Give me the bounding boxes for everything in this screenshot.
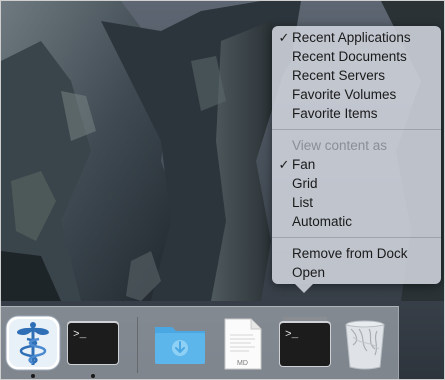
- menu-item-open[interactable]: Open: [272, 263, 441, 282]
- menu-item-recent-documents[interactable]: Recent Documents: [272, 47, 441, 66]
- terminal-prompt: >_: [285, 329, 299, 341]
- checkmark-icon: ✓: [278, 30, 290, 45]
- download-folder-icon: [155, 327, 205, 364]
- menu-item-label: Fan: [292, 157, 316, 172]
- menu-item-grid[interactable]: Grid: [272, 174, 441, 193]
- menu-item-label: Favorite Volumes: [292, 87, 397, 102]
- dock-stack-document[interactable]: MD: [215, 315, 271, 371]
- checkmark-icon: ✓: [278, 157, 290, 172]
- menu-item-recent-applications[interactable]: ✓ Recent Applications: [272, 28, 441, 47]
- menu-item-automatic[interactable]: Automatic: [272, 212, 441, 231]
- menu-separator: [272, 237, 441, 238]
- menu-section-title: View content as: [292, 138, 388, 153]
- dock-separator: [137, 317, 138, 373]
- desktop: ✓ Recent Applications Recent Documents R…: [0, 0, 445, 380]
- menu-pointer-arrow: [295, 284, 313, 293]
- menu-item-label: Automatic: [292, 214, 353, 229]
- dock-stack-context-menu: ✓ Recent Applications Recent Documents R…: [272, 26, 441, 284]
- dock-stack-recent-applications[interactable]: >_: [277, 315, 333, 371]
- menu-separator: [272, 129, 441, 130]
- menu-item-label: Remove from Dock: [292, 246, 408, 261]
- menu-item-label: Open: [292, 265, 326, 280]
- dock-app-terminal[interactable]: >_: [65, 315, 121, 371]
- menu-item-label: List: [292, 195, 314, 210]
- menu-item-recent-servers[interactable]: Recent Servers: [272, 66, 441, 85]
- running-indicator: [91, 374, 95, 378]
- menu-item-favorite-items[interactable]: Favorite Items: [272, 104, 441, 123]
- dock-trash[interactable]: [337, 315, 393, 371]
- document-icon: MD: [224, 318, 262, 370]
- dock-app-medical[interactable]: [5, 315, 61, 371]
- trash-icon: [345, 320, 385, 370]
- dock: >_ MD >_: [1, 306, 399, 379]
- terminal-stack-icon: >_: [279, 317, 331, 367]
- menu-item-label: Recent Documents: [292, 49, 407, 64]
- menu-item-fan[interactable]: ✓ Fan: [272, 155, 441, 174]
- caduceus-icon: [5, 315, 61, 371]
- terminal-prompt: >_: [73, 329, 87, 341]
- document-type-badge: MD: [237, 360, 248, 367]
- terminal-icon: >_: [67, 321, 119, 365]
- menu-item-favorite-volumes[interactable]: Favorite Volumes: [272, 85, 441, 104]
- menu-item-label: Recent Servers: [292, 68, 386, 83]
- running-indicator: [31, 374, 35, 378]
- menu-item-label: Favorite Items: [292, 106, 378, 121]
- dock-stack-downloads[interactable]: [152, 315, 208, 371]
- menu-item-list[interactable]: List: [272, 193, 441, 212]
- menu-item-label: Recent Applications: [292, 30, 411, 45]
- menu-section-view-content-as: View content as: [272, 136, 441, 155]
- menu-item-label: Grid: [292, 176, 318, 191]
- menu-item-remove-from-dock[interactable]: Remove from Dock: [272, 244, 441, 263]
